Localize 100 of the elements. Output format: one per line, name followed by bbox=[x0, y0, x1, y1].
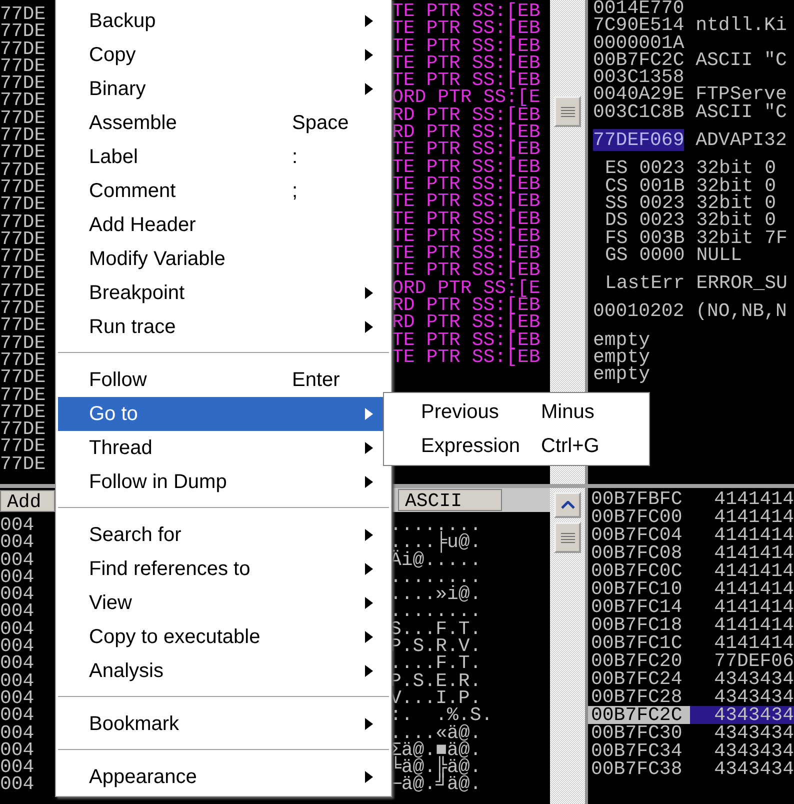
instruction-text: RD PTR SS:[EB bbox=[391, 297, 542, 314]
stack-address[interactable]: 00B7FC2C bbox=[588, 706, 690, 724]
address-text: 004 bbox=[0, 655, 36, 673]
register-value[interactable]: DS 0023 bbox=[605, 209, 685, 232]
stack-address[interactable]: 00B7FC00 bbox=[588, 508, 690, 526]
address-text: 77DE bbox=[0, 144, 47, 162]
stack-address[interactable]: 00B7FC18 bbox=[588, 616, 690, 634]
scrollbar-thumb[interactable] bbox=[554, 96, 581, 127]
menu-item[interactable]: Backup bbox=[58, 4, 389, 38]
instruction-text: TE PTR SS:[EB bbox=[391, 348, 542, 366]
instruction-text: TE PTR SS:[EB bbox=[391, 210, 542, 228]
register-value[interactable]: 7C90E514 bbox=[593, 14, 684, 36]
stack-address[interactable]: 00B7FC34 bbox=[588, 742, 690, 760]
address-text: 004 bbox=[0, 742, 36, 760]
ascii-text: S...F.T. bbox=[390, 620, 482, 638]
address-text: 77DE bbox=[0, 438, 47, 456]
stack-address[interactable]: 00B7FC1C bbox=[588, 634, 690, 652]
instruction-text: TE PTR SS:[EB bbox=[391, 262, 542, 280]
instruction-text: TE PTR SS:[EB bbox=[391, 228, 542, 246]
address-text: 77DE bbox=[0, 334, 47, 352]
menu-item[interactable]: Bookmark bbox=[58, 707, 389, 741]
ascii-text: P.S.R.V. bbox=[390, 638, 482, 656]
instruction-text: TE PTR SS:[EB bbox=[391, 332, 542, 349]
instruction-text: TE PTR SS:[EB bbox=[391, 158, 542, 176]
stack-value: 4141414 bbox=[713, 580, 794, 598]
address-text: 004 bbox=[0, 759, 36, 776]
stack-address[interactable]: 00B7FC10 bbox=[588, 580, 690, 598]
register-value[interactable]: GS 0000 bbox=[605, 244, 685, 266]
instruction-text: RD PTR SS:[EB bbox=[391, 106, 542, 124]
column-header[interactable]: ASCII bbox=[398, 489, 502, 511]
address-text: 77DE bbox=[0, 92, 47, 110]
menu-item[interactable]: Appearance bbox=[58, 760, 389, 794]
ascii-text: Äi@..... bbox=[390, 552, 482, 569]
scrollbar-thumb[interactable] bbox=[554, 522, 581, 553]
ascii-text: P.S.E.R. bbox=[390, 672, 482, 690]
stack-address[interactable]: 00B7FC08 bbox=[588, 544, 690, 562]
register-value[interactable]: ES 0023 bbox=[605, 157, 685, 180]
stack-address[interactable]: 00B7FC24 bbox=[588, 670, 690, 688]
menu-item[interactable]: Follow in Dump bbox=[58, 465, 389, 499]
stack-address[interactable]: 00B7FC14 bbox=[588, 598, 690, 616]
menu-item[interactable]: Search for bbox=[58, 518, 389, 552]
instruction-text: RD PTR SS:[EB bbox=[391, 124, 542, 142]
stack-address[interactable]: 00B7FC38 bbox=[588, 760, 690, 778]
register-comment: (NO,NB,N bbox=[696, 300, 787, 322]
register-value[interactable]: empty bbox=[593, 328, 650, 351]
instruction-text: TE PTR SS:[EB bbox=[391, 54, 542, 72]
address-text: 004 bbox=[0, 724, 36, 742]
menu-item[interactable]: Binary bbox=[58, 72, 389, 106]
instruction-text: TE PTR SS:[EB bbox=[391, 193, 542, 211]
menu-item[interactable]: Assemble Space bbox=[58, 106, 389, 140]
register-value[interactable]: 00010202 bbox=[593, 300, 684, 322]
address-text: 77DE bbox=[0, 404, 47, 422]
stack-value: 4141414 bbox=[713, 634, 794, 652]
menu-item[interactable]: Copy to executable bbox=[58, 620, 389, 654]
address-text: 77DE bbox=[0, 248, 47, 266]
stack-value: 4343434 bbox=[713, 760, 794, 778]
menu-item[interactable]: View bbox=[58, 586, 389, 620]
menu-item[interactable]: Analysis bbox=[58, 654, 389, 688]
ascii-text: ....F.T. bbox=[390, 655, 482, 673]
register-comment: ntdll.Ki bbox=[696, 14, 787, 36]
address-text: 004 bbox=[0, 707, 36, 725]
ascii-text: :. .%.S. bbox=[390, 707, 494, 725]
menu-item[interactable]: Follow Enter bbox=[58, 363, 389, 397]
menu-item[interactable]: Label : bbox=[58, 140, 389, 174]
stack-address[interactable]: 00B7FC0C bbox=[588, 562, 690, 580]
address-text: 77DE bbox=[0, 230, 47, 248]
stack-value: 4141414 bbox=[713, 562, 794, 580]
address-text: 004 bbox=[0, 534, 36, 552]
menu-item[interactable]: Add Header bbox=[58, 208, 389, 242]
scroll-up-button[interactable] bbox=[554, 492, 581, 518]
instruction-text: RD PTR SS:[EB bbox=[391, 314, 542, 332]
instruction-text: TE PTR SS:[EB bbox=[391, 176, 542, 194]
register-value[interactable]: 77DEF069 bbox=[593, 129, 684, 152]
column-header[interactable]: Add bbox=[0, 490, 55, 512]
menu-item[interactable]: Find references to bbox=[58, 552, 389, 586]
menu-item[interactable]: Modify Variable bbox=[58, 242, 389, 276]
stack-address[interactable]: 00B7FBFC bbox=[588, 490, 690, 508]
address-text: 004 bbox=[0, 620, 36, 638]
ascii-text: ........ bbox=[390, 568, 482, 586]
instruction-text: TE PTR SS:[EB bbox=[391, 72, 542, 90]
scrollbar[interactable] bbox=[550, 488, 585, 804]
address-text: 77DE bbox=[0, 58, 47, 76]
register-value[interactable]: LastErr bbox=[605, 272, 685, 294]
stack-address[interactable]: 00B7FC30 bbox=[588, 724, 690, 742]
stack-address[interactable]: 00B7FC20 bbox=[588, 652, 690, 670]
stack-address[interactable]: 00B7FC04 bbox=[588, 526, 690, 544]
address-text: 77DE bbox=[0, 127, 47, 144]
instruction-text: ORD PTR SS:[E bbox=[391, 89, 542, 107]
address-text: 77DE bbox=[0, 214, 47, 231]
address-text: 77DE bbox=[0, 23, 47, 41]
menu-item[interactable]: Breakpoint bbox=[58, 276, 389, 310]
menu-item[interactable]: Copy bbox=[58, 38, 389, 72]
address-text: 77DE bbox=[0, 317, 47, 335]
address-text: 004 bbox=[0, 690, 36, 708]
stack-value: 4141414 bbox=[713, 598, 794, 616]
stack-address[interactable]: 00B7FC28 bbox=[588, 688, 690, 706]
menu-item[interactable]: Comment ; bbox=[58, 174, 389, 208]
address-text: 77DE bbox=[0, 196, 47, 214]
address-text: 004 bbox=[0, 552, 36, 569]
menu-item[interactable]: Run trace bbox=[58, 310, 389, 344]
